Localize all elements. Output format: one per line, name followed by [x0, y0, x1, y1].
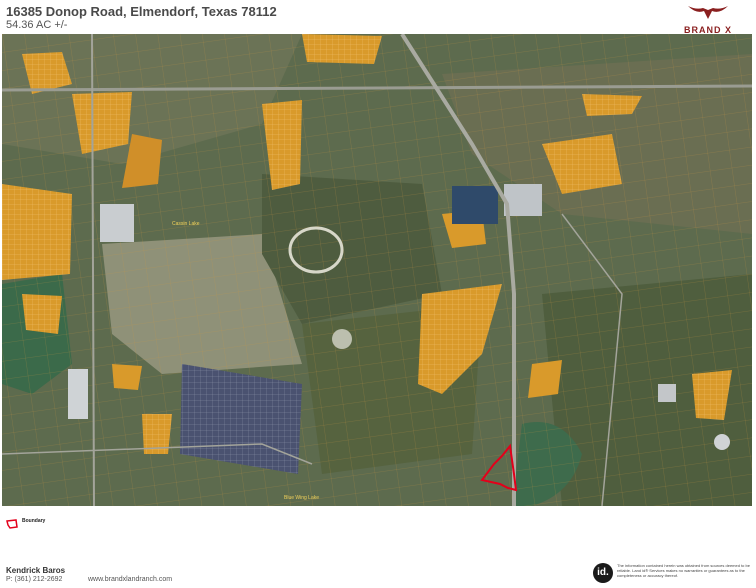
subdivision-parcel: [22, 294, 62, 334]
blue-wing-lake-label: Blue Wing Lake: [284, 495, 319, 501]
agent-website-link[interactable]: www.brandxlandranch.com: [88, 576, 172, 583]
map-legend: Boundary: [6, 516, 45, 534]
aerial-map[interactable]: Cassin Lake Blue Wing Lake 0 2000 4000 6…: [2, 34, 752, 506]
subdivision-parcel: [72, 92, 132, 154]
industrial-building: [504, 184, 542, 216]
developed-parcel: [528, 360, 562, 398]
industrial-building: [68, 369, 88, 419]
agent-phone[interactable]: P: (361) 212-2692: [6, 576, 62, 583]
land-id-logo: id.: [593, 563, 613, 583]
map-canvas[interactable]: Cassin Lake Blue Wing Lake: [2, 34, 752, 506]
facility: [714, 434, 730, 450]
header: 16385 Donop Road, Elmendorf, Texas 78112…: [0, 0, 756, 40]
industrial-building: [658, 384, 676, 402]
cassin-lake-label: Cassin Lake: [172, 221, 200, 227]
acreage-subtitle: 54.36 AC +/-: [6, 19, 68, 31]
water-tank-area: [452, 186, 498, 224]
page-title: 16385 Donop Road, Elmendorf, Texas 78112: [6, 4, 277, 19]
industrial-building: [100, 204, 134, 242]
disclaimer-text: The information contained herein was obt…: [617, 563, 750, 578]
agent-name: Kendrick Baros: [6, 566, 66, 575]
subdivision-parcel: [2, 184, 72, 280]
subdivision-parcel: [302, 34, 382, 64]
legend-boundary-label: Boundary: [22, 518, 46, 524]
developed-parcel: [112, 364, 142, 390]
facility: [332, 329, 352, 349]
longhorn-icon: [688, 6, 728, 19]
boundary-outline-icon: [6, 519, 18, 529]
